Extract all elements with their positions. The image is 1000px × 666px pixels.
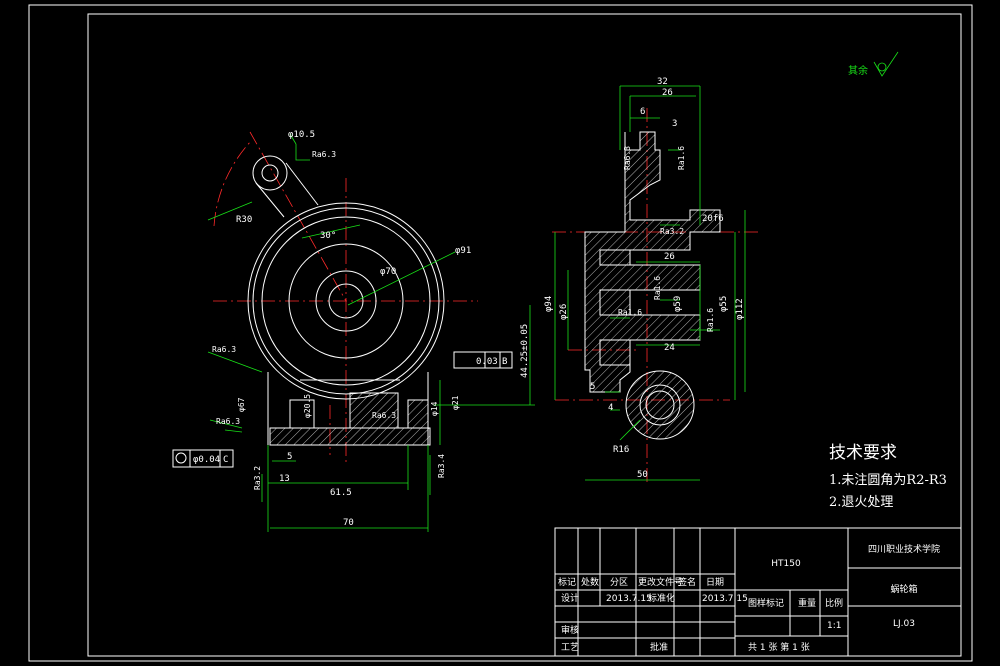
tech-item-1: 1.未注圆角为R2-R3 [829, 473, 947, 488]
front-view: φ10.5 Ra6.3 30° φ91 φ70 R30 0.03 B 44.25… [172, 130, 535, 532]
svg-text:LJ.03: LJ.03 [893, 619, 915, 629]
svg-text:24: 24 [664, 343, 675, 353]
roughness-note: 其余 [848, 51, 899, 77]
svg-text:5: 5 [287, 452, 292, 462]
svg-text:20f6: 20f6 [702, 214, 724, 224]
svg-text:重量: 重量 [798, 597, 816, 609]
svg-text:Ra6.3: Ra6.3 [623, 146, 632, 170]
svg-text:φ59: φ59 [673, 296, 683, 312]
svg-text:R16: R16 [613, 445, 629, 455]
svg-text:50: 50 [637, 470, 648, 480]
svg-text:61.5: 61.5 [330, 488, 352, 498]
svg-text:Ra3.2: Ra3.2 [660, 227, 684, 236]
svg-text:Ra1.6: Ra1.6 [677, 146, 686, 170]
outer-frame [28, 4, 973, 662]
svg-text:图样标记: 图样标记 [748, 597, 784, 609]
svg-text:2013.7.15: 2013.7.15 [702, 594, 748, 604]
svg-text:1:1: 1:1 [827, 621, 841, 631]
svg-text:B: B [502, 357, 507, 367]
svg-text:26: 26 [662, 88, 673, 98]
svg-text:44.25±0.05: 44.25±0.05 [520, 324, 530, 378]
svg-text:设计: 设计 [561, 592, 579, 604]
svg-text:Ra6.3: Ra6.3 [372, 411, 396, 420]
svg-text:HT150: HT150 [771, 559, 801, 569]
svg-text:四川职业技术学院: 四川职业技术学院 [868, 543, 940, 555]
svg-text:标准化: 标准化 [648, 592, 675, 604]
svg-text:26: 26 [664, 252, 675, 262]
tech-item-2: 2.退火处理 [829, 495, 893, 510]
svg-text:C: C [223, 455, 228, 465]
svg-text:比例: 比例 [825, 597, 843, 609]
svg-text:5: 5 [590, 382, 595, 392]
svg-text:4: 4 [608, 403, 613, 413]
svg-text:φ94: φ94 [544, 296, 554, 312]
svg-text:φ21: φ21 [451, 395, 460, 410]
svg-text:70: 70 [343, 518, 354, 528]
svg-text:φ91: φ91 [455, 246, 471, 256]
svg-text:Ra1.6: Ra1.6 [618, 308, 642, 317]
svg-text:φ26: φ26 [559, 304, 569, 320]
svg-text:日期: 日期 [706, 577, 724, 588]
svg-text:共 1 张 第 1 张: 共 1 张 第 1 张 [748, 641, 810, 653]
svg-text:φ67: φ67 [237, 397, 246, 412]
svg-text:3: 3 [672, 119, 677, 129]
cad-drawing: 其余 φ10.5 Ra6.3 30° φ91 φ70 R30 0.03 B 44… [28, 4, 973, 662]
svg-text:Ra3.2: Ra3.2 [253, 466, 262, 490]
svg-text:Ra6.3: Ra6.3 [212, 345, 236, 354]
svg-text:φ20.5: φ20.5 [303, 394, 312, 418]
svg-text:Ra6.3: Ra6.3 [216, 417, 240, 426]
svg-text:批准: 批准 [650, 641, 668, 653]
svg-text:蜗轮箱: 蜗轮箱 [890, 583, 917, 595]
svg-text:Ra1.6: Ra1.6 [653, 276, 662, 300]
title-block: HT150 四川职业技术学院 蜗轮箱 LJ.03 图样标记 重量 比例 1:1 … [554, 527, 962, 657]
svg-text:2013.7.15: 2013.7.15 [606, 594, 652, 604]
side-view: 32 26 6 3 Ra6.3 Ra1.6 20f6 Ra3.2 26 φ94 … [544, 77, 760, 485]
svg-text:签名: 签名 [678, 576, 696, 588]
tech-requirements: 技术要求 1.未注圆角为R2-R3 2.退火处理 [829, 443, 947, 510]
svg-text:Ra3.4: Ra3.4 [437, 454, 446, 478]
tech-requirements-title: 技术要求 [829, 443, 897, 463]
svg-text:30°: 30° [320, 231, 336, 241]
svg-text:6: 6 [640, 107, 645, 117]
svg-text:审核: 审核 [561, 624, 579, 636]
svg-text:更改文件号: 更改文件号 [638, 576, 683, 588]
svg-text:φ10.5: φ10.5 [288, 130, 315, 140]
svg-text:标记: 标记 [558, 576, 576, 588]
svg-text:R30: R30 [236, 215, 252, 225]
svg-text:φ55: φ55 [719, 296, 729, 312]
svg-text:分区: 分区 [610, 577, 628, 588]
svg-text:其余: 其余 [848, 64, 868, 77]
svg-text:处数: 处数 [581, 576, 599, 588]
svg-text:φ0.04: φ0.04 [193, 455, 220, 465]
svg-text:32: 32 [657, 77, 668, 87]
svg-text:Ra1.6: Ra1.6 [706, 308, 715, 332]
svg-text:13: 13 [279, 474, 290, 484]
svg-text:工艺: 工艺 [561, 642, 579, 653]
svg-text:0.03: 0.03 [476, 357, 498, 367]
svg-text:φ14: φ14 [430, 401, 439, 416]
svg-text:φ70: φ70 [380, 267, 396, 277]
svg-text:φ112: φ112 [735, 298, 745, 320]
svg-text:Ra6.3: Ra6.3 [312, 150, 336, 159]
